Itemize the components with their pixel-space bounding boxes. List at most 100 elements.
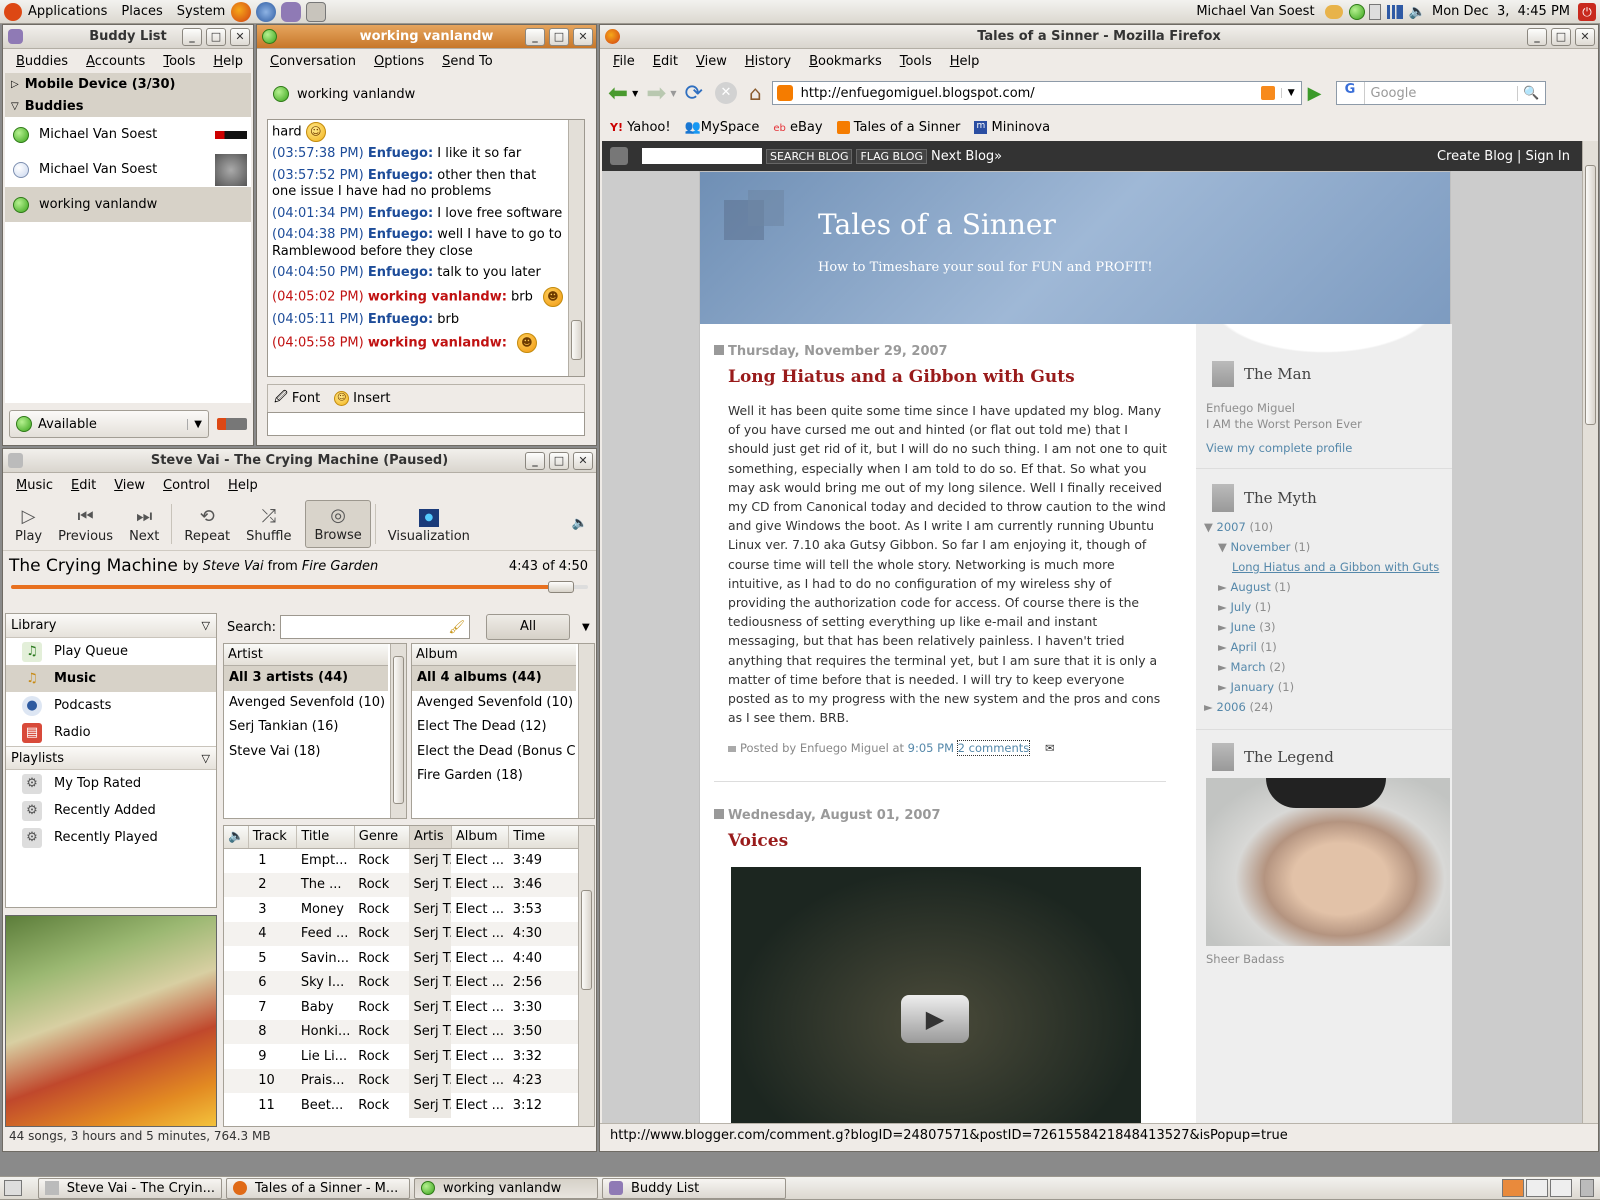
power-icon[interactable]: ⏻ [1578, 2, 1596, 21]
collapsed-arrow-icon[interactable]: ► [1218, 640, 1227, 654]
album-item[interactable]: All 4 albums (44) [412, 666, 576, 691]
group-buddies[interactable]: ▽ Buddies [5, 95, 251, 117]
menu-buddies[interactable]: Buddies [7, 54, 77, 69]
minimize-button[interactable]: _ [182, 28, 202, 46]
track-row[interactable]: 8Honki...RockSerj T...Elect ...3:50 [224, 1019, 580, 1044]
trash-icon[interactable] [1580, 1179, 1594, 1197]
buddy-item[interactable]: working vanlandw [5, 187, 251, 222]
back-icon[interactable]: ⬅ [608, 79, 628, 107]
expanded-arrow-icon[interactable]: ▼ [1218, 540, 1227, 554]
menu-applications[interactable]: Applications [28, 4, 107, 19]
message-input[interactable] [267, 412, 585, 436]
menu-conversation[interactable]: Conversation [261, 54, 365, 69]
create-blog-link[interactable]: Create Blog [1437, 149, 1513, 164]
comments-link[interactable]: 2 comments [956, 740, 1031, 757]
source-play-queue[interactable]: ♫ Play Queue [6, 638, 216, 665]
menu-edit[interactable]: Edit [644, 54, 687, 69]
artist-item[interactable]: Avenged Sevenfold (10) [224, 691, 388, 716]
close-button[interactable]: ✕ [573, 452, 593, 470]
search-input[interactable]: 🖌 [280, 615, 471, 639]
taskbar-firefox[interactable]: Tales of a Sinner - M... [226, 1177, 410, 1199]
ubuntu-logo-icon[interactable] [4, 2, 22, 21]
visualization-button[interactable]: ● Visualization [380, 500, 478, 548]
source-radio[interactable]: ▤ Radio [6, 719, 216, 746]
track-row[interactable]: 3 Money Rock Serj T...Elect ... 3:53 [224, 897, 580, 922]
menu-system[interactable]: System [177, 4, 225, 19]
menu-music[interactable]: Music [7, 478, 62, 493]
maximize-button[interactable]: □ [549, 28, 569, 46]
collapsed-arrow-icon[interactable]: ► [1218, 660, 1227, 674]
artist-scrollbar[interactable] [393, 656, 404, 804]
maximize-button[interactable]: □ [549, 452, 569, 470]
url-bar[interactable]: http://enfuegomiguel.blogspot.com/ ▼ [771, 81, 1302, 105]
track-column-header[interactable]: Track [248, 826, 298, 849]
menu-file[interactable]: File [604, 54, 644, 69]
google-engine-icon[interactable]: G [1337, 82, 1365, 104]
track-row[interactable]: 7 Baby Rock Serj T...Elect ... 3:30 [224, 995, 580, 1020]
collapsed-arrow-icon[interactable]: ► [1218, 580, 1227, 594]
pidgin-tray-icon[interactable] [1348, 3, 1365, 20]
back-history-icon[interactable]: ▼ [632, 89, 638, 98]
menu-tools[interactable]: Tools [154, 54, 204, 69]
menu-options[interactable]: Options [365, 54, 433, 69]
menu-help[interactable]: Help [204, 54, 252, 69]
url-history-icon[interactable]: ▼ [1280, 88, 1301, 98]
taskbar-rhythmbox[interactable]: Steve Vai - The Cryin... [38, 1177, 222, 1199]
chevron-down-icon[interactable]: ▼ [582, 622, 590, 633]
menu-help[interactable]: Help [219, 478, 267, 493]
clear-search-icon[interactable]: 🖌 [449, 620, 466, 635]
track-column-header[interactable]: Album [451, 826, 510, 849]
track-row[interactable]: 6Sky I...RockSerj T...Elect ...2:56 [224, 970, 580, 995]
minimize-button[interactable]: _ [525, 28, 545, 46]
browse-button[interactable]: ◎ Browse [305, 499, 371, 548]
archive-year-2007[interactable]: 2007 [1217, 520, 1246, 534]
archive-month[interactable]: ► July (1) [1204, 597, 1452, 617]
source-podcasts[interactable]: ● Podcasts [6, 692, 216, 719]
group-mobile-device[interactable]: ▷ Mobile Device (3/30) [5, 73, 251, 95]
go-icon[interactable]: ▶ [1308, 83, 1322, 104]
previous-button[interactable]: ⏮ Previous [50, 500, 121, 548]
track-column-header[interactable]: Time [508, 826, 580, 849]
album-item[interactable]: Avenged Sevenfold (10) [412, 691, 576, 716]
bookmark-yahoo[interactable]: Y! Yahoo! [610, 120, 671, 135]
buddy-item[interactable]: Michael Van Soest [5, 117, 251, 152]
play-button[interactable]: ▷ Play [7, 500, 50, 548]
album-item[interactable]: Fire Garden (18) [412, 764, 576, 789]
volume-icon[interactable]: 🔈 [572, 516, 588, 531]
source-music[interactable]: ♫ Music [6, 665, 216, 692]
buddy-list-titlebar[interactable]: Buddy List _ □ ✕ [3, 25, 253, 49]
collapsed-arrow-icon[interactable]: ► [1218, 620, 1227, 634]
collapsed-arrow-icon[interactable]: ► [1218, 680, 1227, 694]
menu-edit[interactable]: Edit [62, 478, 105, 493]
close-button[interactable]: ✕ [1575, 28, 1595, 46]
playlist-top-rated[interactable]: ⚙ My Top Rated [6, 770, 216, 797]
collapsed-arrow-icon[interactable]: ► [1218, 600, 1227, 614]
playlist-recently-played[interactable]: ⚙ Recently Played [6, 824, 216, 851]
album-column-header[interactable]: Album [412, 644, 576, 666]
track-row[interactable]: 2The ...RockSerj T...Elect ...3:46 [224, 872, 580, 897]
blogger-logo-icon[interactable] [610, 147, 628, 165]
conversation-titlebar[interactable]: working vanlandw _ □ ✕ [257, 25, 596, 49]
menu-tools[interactable]: Tools [891, 54, 941, 69]
post-title[interactable]: Long Hiatus and a Gibbon with Guts [728, 367, 1164, 387]
album-item[interactable]: Elect the Dead (Bonus CD [412, 740, 576, 765]
archive-month[interactable]: ► April (1) [1204, 637, 1452, 657]
track-row[interactable]: 4Feed ...RockSerj T...Elect ...4:30 [224, 921, 580, 946]
archive-month[interactable]: ► August (1) [1204, 577, 1452, 597]
profile-link[interactable]: View my complete profile [1206, 440, 1452, 456]
track-scrollbar[interactable] [581, 890, 592, 990]
artist-item[interactable]: Steve Vai (18) [224, 740, 388, 765]
collapsed-arrow-icon[interactable]: ► [1204, 700, 1213, 714]
menu-places[interactable]: Places [121, 4, 162, 19]
archive-month[interactable]: ► March (2) [1204, 657, 1452, 677]
weather-icon[interactable] [1324, 4, 1343, 19]
next-button[interactable]: ⏭ Next [121, 500, 167, 548]
menu-help[interactable]: Help [941, 54, 989, 69]
album-item[interactable]: Elect The Dead (12) [412, 715, 576, 740]
track-column-header[interactable]: Title [296, 826, 355, 849]
home-icon[interactable]: ⌂ [749, 81, 762, 105]
menu-control[interactable]: Control [154, 478, 219, 493]
archive-month[interactable]: ► January (1) [1204, 677, 1452, 697]
stop-icon[interactable]: ✕ [714, 82, 737, 104]
rhythmbox-titlebar[interactable]: Steve Vai - The Crying Machine (Paused) … [3, 449, 596, 473]
